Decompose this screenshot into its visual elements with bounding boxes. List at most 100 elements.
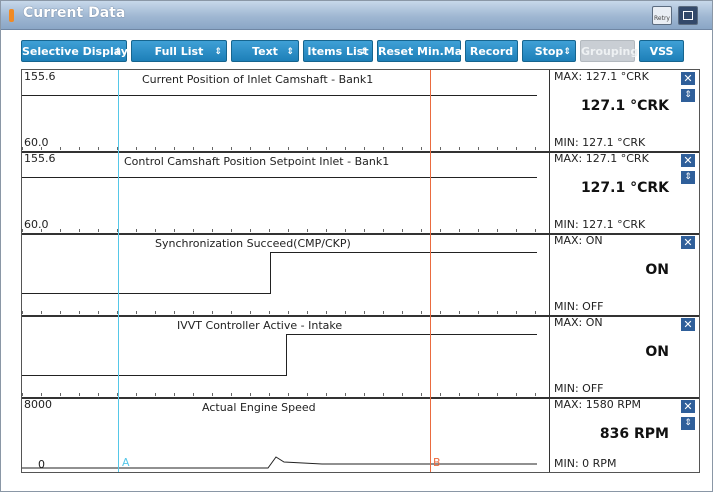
tick-mark [383,393,384,396]
tick-mark [136,229,137,232]
tick-mark [193,393,194,396]
tick-mark [174,229,175,232]
tick-mark [98,147,99,150]
maximize-icon [683,11,693,20]
close-icon[interactable]: ✕ [681,236,695,249]
tick-mark [402,311,403,314]
stop-button[interactable]: Stop ⇕ [522,40,576,62]
time-ticks [22,147,549,150]
tick-mark [421,311,422,314]
signal-line-low [22,375,286,376]
close-icon[interactable]: ✕ [681,72,695,85]
tick-mark [41,393,42,396]
tick-mark [212,393,213,396]
items-list-button[interactable]: Items List ⇕ [303,40,373,62]
signal-line-high [270,252,537,253]
max-value: MAX: ON [554,316,603,329]
min-value: MIN: 0 RPM [554,457,617,470]
time-ticks [22,393,549,396]
tick-mark [535,393,536,396]
signal-line-high [286,334,537,335]
tick-mark [421,229,422,232]
tick-mark [440,229,441,232]
tick-mark [516,229,517,232]
value-panel: MAX: 127.1 °CRK 127.1 °CRK MIN: 127.1 °C… [550,70,699,151]
value-panel: MAX: ON ON MIN: OFF ✕ [550,234,699,315]
tick-mark [364,393,365,396]
window-title: Current Data [23,5,126,21]
dropdown-icon: ⇕ [214,47,222,57]
tick-mark [307,229,308,232]
tick-mark [269,311,270,314]
tick-mark [345,311,346,314]
text-button[interactable]: Text ⇕ [231,40,299,62]
value-panel: MAX: 127.1 °CRK 127.1 °CRK MIN: 127.1 °C… [550,152,699,233]
tick-mark [459,393,460,396]
tick-mark [98,311,99,314]
tick-mark [516,147,517,150]
maximize-button[interactable] [678,6,698,25]
dropdown-icon: ⇕ [563,47,571,57]
tick-mark [60,393,61,396]
record-button[interactable]: Record [465,40,518,62]
tick-mark [402,393,403,396]
tick-mark [22,311,23,314]
tick-mark [155,147,156,150]
current-value: ON [645,344,669,360]
tick-mark [440,393,441,396]
tick-mark [212,229,213,232]
close-icon[interactable]: ✕ [681,400,695,413]
max-value: MAX: 1580 RPM [554,398,642,411]
plot-area: 155.6 60.0 Control Camshaft Position Set… [22,152,550,233]
close-icon[interactable]: ✕ [681,154,695,167]
tick-mark [516,311,517,314]
tick-mark [231,229,232,232]
retry-button[interactable]: Retry [652,6,672,25]
current-data-window: Current Data Retry Selective Display ⇕ Fu… [0,0,713,492]
value-panel: MAX: ON ON MIN: OFF ✕ [550,316,699,397]
tick-mark [326,147,327,150]
tick-mark [60,311,61,314]
close-icon[interactable]: ✕ [681,318,695,331]
tick-mark [41,229,42,232]
dropdown-icon: ⇕ [114,47,122,57]
tick-mark [535,229,536,232]
plot-area: 8000 0 Actual Engine Speed [22,398,550,472]
cursor-b-line[interactable] [430,70,431,472]
tick-mark [193,147,194,150]
tick-mark [288,311,289,314]
tick-mark [22,229,23,232]
time-ticks [22,311,549,314]
sort-icon[interactable]: ⇕ [681,89,695,102]
tick-mark [250,147,251,150]
sort-icon[interactable]: ⇕ [681,171,695,184]
tick-mark [60,229,61,232]
vss-button[interactable]: VSS [639,40,684,62]
full-list-button[interactable]: Full List ⇕ [131,40,227,62]
tick-mark [212,311,213,314]
selective-display-button[interactable]: Selective Display ⇕ [21,40,128,62]
tick-mark [231,393,232,396]
signal-line [22,177,537,178]
tick-mark [497,229,498,232]
reset-min-max-button[interactable]: Reset Min.Max [377,40,469,62]
tick-mark [383,147,384,150]
y-max-label: 155.6 [24,152,56,165]
sort-icon[interactable]: ⇕ [681,417,695,430]
max-value: MAX: ON [554,234,603,247]
tick-mark [288,393,289,396]
tick-mark [421,147,422,150]
tick-mark [535,147,536,150]
tick-mark [231,147,232,150]
graph-panel-ivvt-controller: IVVT Controller Active - Intake MAX: ON … [22,316,699,399]
time-ticks [22,229,549,232]
cursor-a-line[interactable] [118,70,119,472]
signal-edge [286,334,287,376]
tick-mark [402,229,403,232]
tick-mark [459,311,460,314]
signal-line [22,95,537,96]
value-panel: MAX: 1580 RPM 836 RPM MIN: 0 RPM ✕ ⇕ [550,398,699,472]
plot-area: IVVT Controller Active - Intake [22,316,550,397]
grouping-button[interactable]: Grouping [580,40,638,62]
tick-mark [269,147,270,150]
